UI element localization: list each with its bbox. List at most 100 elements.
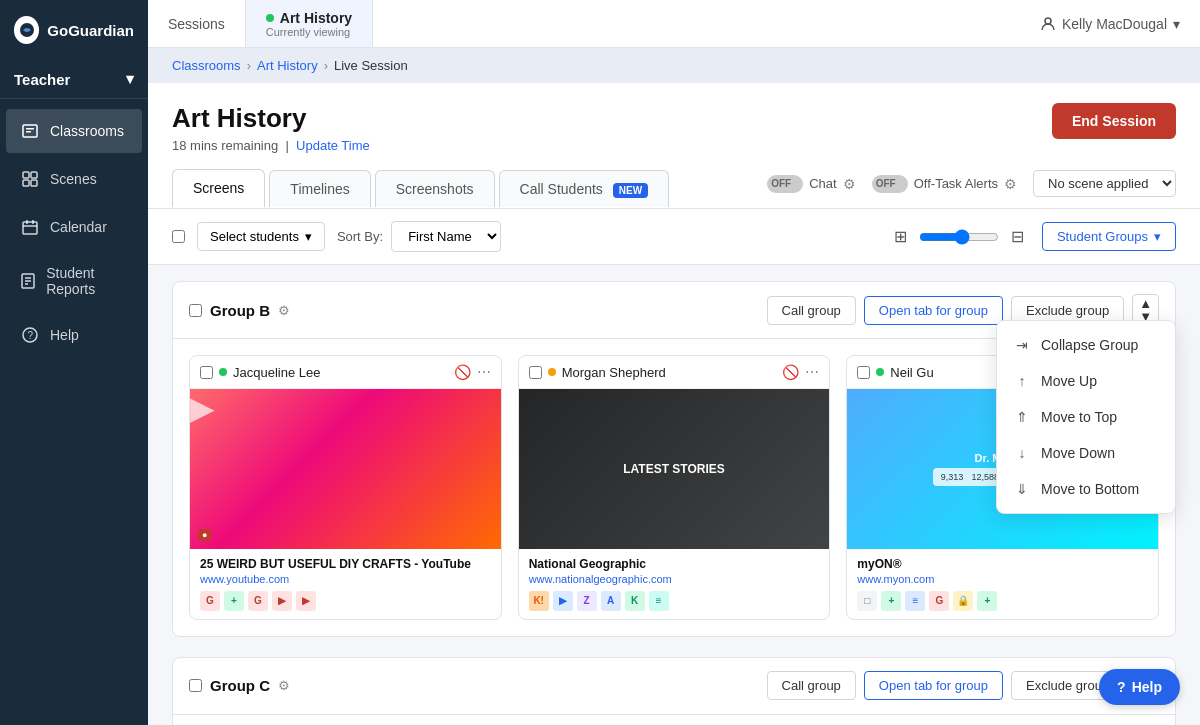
sidebar-item-student-reports[interactable]: Student Reports [6, 253, 142, 309]
sessions-tab[interactable]: Sessions [148, 0, 246, 47]
zoom-slider[interactable] [919, 229, 999, 245]
dropdown-move-to-top[interactable]: ⇑ Move to Top [997, 399, 1175, 435]
group-c-call-button[interactable]: Call group [767, 671, 856, 700]
svg-rect-6 [23, 180, 29, 186]
student-status-dot [219, 368, 227, 376]
end-session-button[interactable]: End Session [1052, 103, 1176, 139]
docs-icon: + [224, 591, 244, 611]
dropdown-collapse-group[interactable]: ⇥ Collapse Group [997, 327, 1175, 363]
student-groups-button[interactable]: Student Groups ▾ [1042, 222, 1176, 251]
tab-screens[interactable]: Screens [172, 169, 265, 208]
student-checkbox[interactable] [529, 366, 542, 379]
sidebar-item-classrooms[interactable]: Classrooms [6, 109, 142, 153]
help-button[interactable]: ? Help [1099, 669, 1180, 705]
chevron-down-icon: ▾ [305, 229, 312, 244]
svg-rect-4 [23, 172, 29, 178]
move-up-icon: ↑ [1013, 373, 1031, 389]
session-tab-name: Art History [266, 10, 352, 26]
tab-screenshots[interactable]: Screenshots [375, 170, 495, 207]
breadcrumb-classrooms[interactable]: Classrooms [172, 58, 241, 73]
chat-toggle-group: OFF Chat ⚙ [767, 175, 855, 193]
select-all-checkbox[interactable] [172, 230, 185, 243]
move-bottom-icon: ⇓ [1013, 481, 1031, 497]
tab-timelines[interactable]: Timelines [269, 170, 370, 207]
breadcrumb-art-history[interactable]: Art History [257, 58, 318, 73]
group-b-call-button[interactable]: Call group [767, 296, 856, 325]
offtask-toggle-label: OFF [876, 178, 896, 189]
svg-rect-3 [26, 131, 31, 133]
dropdown-item-label: Move Down [1041, 445, 1115, 461]
chat-label: Chat [809, 176, 836, 191]
svg-rect-8 [23, 222, 37, 234]
card-title: National Geographic [529, 557, 820, 573]
group-b-checkbox[interactable] [189, 304, 202, 317]
topbar-user[interactable]: Kelly MacDougal ▾ [1020, 0, 1200, 47]
chat-toggle[interactable]: OFF [767, 175, 803, 193]
offtask-toggle[interactable]: OFF [872, 175, 908, 193]
plus-icon: + [881, 591, 901, 611]
page-title: Art History [172, 103, 370, 134]
svg-rect-7 [31, 180, 37, 186]
sidebar-item-scenes[interactable]: Scenes [6, 157, 142, 201]
time-remaining: 18 mins remaining [172, 138, 278, 153]
plus2-icon: + [977, 591, 997, 611]
current-session-tab[interactable]: Art History Currently viewing [246, 0, 373, 47]
dropdown-item-label: Move Up [1041, 373, 1097, 389]
block-icon[interactable]: 🚫 [782, 364, 799, 380]
student-card-header: Morgan Shepherd 🚫 ⋯ [519, 356, 830, 389]
scene-select[interactable]: No scene applied [1033, 170, 1176, 197]
update-time-link[interactable]: Update Time [296, 138, 370, 153]
sidebar-item-help[interactable]: ? Help [6, 313, 142, 357]
dropdown-move-down[interactable]: ↓ Move Down [997, 435, 1175, 471]
student-name: Jacqueline Lee [233, 365, 448, 380]
sidebar-item-label: Help [50, 327, 79, 343]
chat-gear-icon[interactable]: ⚙ [843, 176, 856, 192]
tab-call-students[interactable]: Call Students NEW [499, 170, 670, 207]
user-icon [1040, 16, 1056, 32]
grid-toggle: ⊞ ⊟ [886, 223, 1032, 250]
dropdown-item-label: Move to Top [1041, 409, 1117, 425]
student-name: Morgan Shepherd [562, 365, 777, 380]
group-b-gear-icon[interactable]: ⚙ [278, 303, 290, 318]
sidebar-nav: Classrooms Scenes Calendar Student Repor… [0, 99, 148, 359]
card-url: www.myon.com [857, 573, 1148, 585]
student-status-dot [876, 368, 884, 376]
group-c-checkbox[interactable] [189, 679, 202, 692]
group-b-open-tab-button[interactable]: Open tab for group [864, 296, 1003, 325]
more-icon[interactable]: ⋯ [805, 364, 819, 380]
lock-icon: 🔒 [953, 591, 973, 611]
sort-group: Sort By: First Name [337, 221, 501, 252]
google-icon: G [929, 591, 949, 611]
student-reports-icon [20, 271, 36, 291]
student-checkbox[interactable] [200, 366, 213, 379]
youtube-icon: ▶ [296, 591, 316, 611]
gmail-icon: G [200, 591, 220, 611]
block-icon[interactable]: 🚫 [454, 364, 471, 380]
sidebar: GoGuardian Teacher ▾ Classrooms Scenes C… [0, 0, 148, 725]
student-checkbox[interactable] [857, 366, 870, 379]
card-title: 25 WEIRD BUT USEFUL DIY CRAFTS - YouTube [200, 557, 491, 573]
student-card-actions: 🚫 ⋯ [454, 364, 491, 380]
breadcrumb-sep2: › [324, 58, 328, 73]
grid-view-button[interactable]: ⊟ [1003, 223, 1032, 250]
page-icon: □ [857, 591, 877, 611]
slides2-icon: K [625, 591, 645, 611]
group-c-gear-icon[interactable]: ⚙ [278, 678, 290, 693]
dropdown-move-up[interactable]: ↑ Move Up [997, 363, 1175, 399]
role-selector[interactable]: Teacher ▾ [0, 60, 148, 99]
sessions-label: Sessions [168, 16, 225, 32]
student-card: Morgan Shepherd 🚫 ⋯ LATEST STORIES Natio… [518, 355, 831, 620]
sidebar-item-calendar[interactable]: Calendar [6, 205, 142, 249]
breadcrumb-sep1: › [247, 58, 251, 73]
group-c-name: Group C [210, 677, 270, 694]
recording-badge: ● [198, 529, 211, 541]
offtask-gear-icon[interactable]: ⚙ [1004, 176, 1017, 192]
group-c-open-tab-button[interactable]: Open tab for group [864, 671, 1003, 700]
dropdown-move-to-bottom[interactable]: ⇓ Move to Bottom [997, 471, 1175, 507]
student-card: Jacqueline Lee 🚫 ⋯ ▶ ● 25 WEIRD BUT USEF… [189, 355, 502, 620]
more-icon[interactable]: ⋯ [477, 364, 491, 380]
card-icons: G + G ▶ ▶ [200, 591, 491, 611]
select-students-button[interactable]: Select students ▾ [197, 222, 325, 251]
list-view-button[interactable]: ⊞ [886, 223, 915, 250]
sort-select[interactable]: First Name [391, 221, 501, 252]
